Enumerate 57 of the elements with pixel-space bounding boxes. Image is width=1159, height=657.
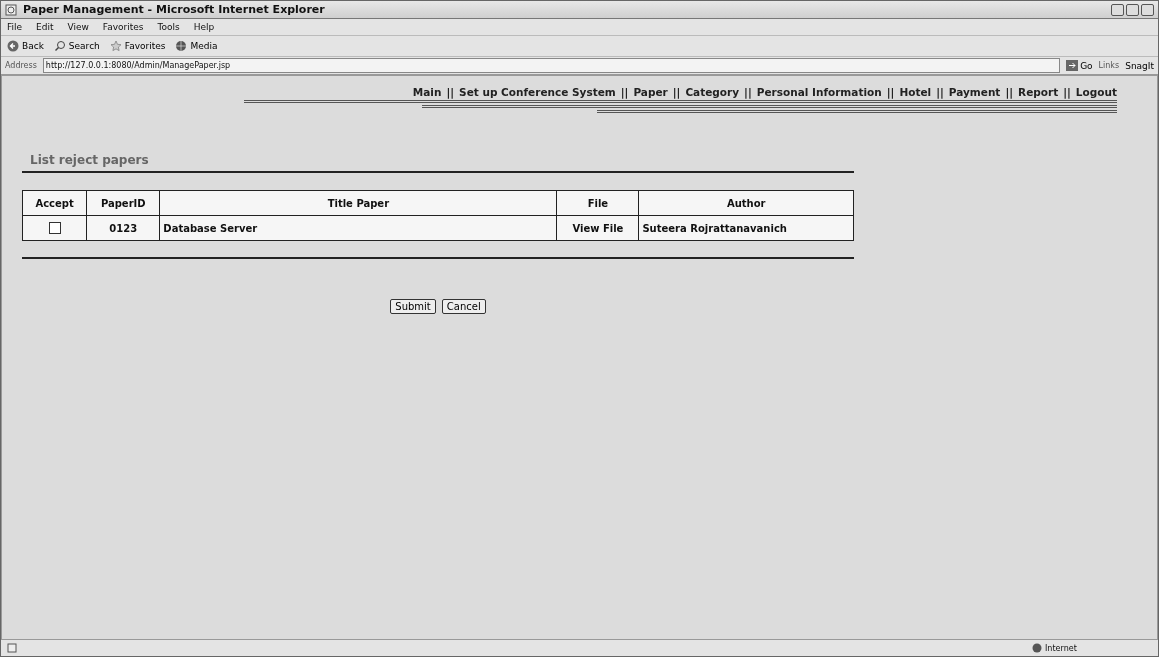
menu-item[interactable]: Edit xyxy=(36,22,54,32)
nav-link[interactable]: Personal Information xyxy=(756,86,882,98)
toolbar-button[interactable]: Back xyxy=(7,40,44,52)
search-icon xyxy=(53,40,66,52)
page-icon xyxy=(7,643,17,653)
nav-link[interactable]: Paper xyxy=(633,86,668,98)
nav-separator: || xyxy=(886,86,895,98)
nav-separator: || xyxy=(446,86,455,98)
minimize-button[interactable] xyxy=(1111,3,1124,16)
form-button[interactable]: Submit xyxy=(390,299,436,314)
star-icon xyxy=(109,40,122,52)
zone-label: Internet xyxy=(1045,643,1077,653)
toolbar-button[interactable]: Favorites xyxy=(109,40,166,52)
window-title: Paper Management - Microsoft Internet Explorer xyxy=(23,3,326,16)
menu-item[interactable]: Tools xyxy=(157,22,180,32)
go-arrow-icon xyxy=(1066,60,1079,71)
section-title: List reject papers xyxy=(29,153,149,167)
nav-separator: || xyxy=(1005,86,1014,98)
toolbar-button[interactable]: Search xyxy=(53,40,100,52)
column-header: File xyxy=(556,190,639,216)
nav-separator: || xyxy=(620,86,629,98)
links-label[interactable]: Links xyxy=(1098,61,1120,70)
form-button[interactable]: Cancel xyxy=(441,299,486,314)
address-label: Address xyxy=(5,61,37,70)
menu-item[interactable]: View xyxy=(67,22,89,32)
menu-item[interactable]: Help xyxy=(193,22,215,32)
close-button[interactable] xyxy=(1141,3,1154,16)
nav-link[interactable]: Category xyxy=(685,86,740,98)
toolbar-button[interactable]: Media xyxy=(175,40,218,52)
globe-icon xyxy=(1032,643,1042,653)
snagit-button[interactable]: SnagIt xyxy=(1125,60,1154,71)
accept-checkbox[interactable] xyxy=(48,222,61,234)
globe-icon xyxy=(175,40,188,52)
menu-item[interactable]: File xyxy=(7,22,23,32)
view-file-link[interactable]: View File xyxy=(556,215,639,241)
help-button[interactable] xyxy=(1126,3,1139,16)
menu-item[interactable]: Favorites xyxy=(102,22,144,32)
go-button[interactable]: Go xyxy=(1066,60,1093,71)
nav-separator: || xyxy=(936,86,944,98)
table-cell: Database Server xyxy=(159,215,557,241)
table-cell: Suteera Rojrattanavanich xyxy=(638,215,854,241)
nav-link[interactable]: Set up Conference System xyxy=(459,86,616,98)
column-header: Author xyxy=(638,190,854,216)
nav-link[interactable]: Logout xyxy=(1075,86,1117,98)
nav-link[interactable]: Report xyxy=(1018,86,1059,98)
column-header: Accept xyxy=(22,190,87,216)
nav-separator: || xyxy=(1063,86,1071,98)
table-cell: 0123 xyxy=(86,215,160,241)
column-header: PaperID xyxy=(86,190,160,216)
nav-link[interactable]: Hotel xyxy=(899,86,932,98)
column-header: Title Paper xyxy=(159,190,557,216)
nav-link[interactable]: Main xyxy=(412,86,442,98)
address-field[interactable]: http://127.0.0.1:8080/Admin/ManagePaper.jsp xyxy=(42,58,1061,73)
nav-separator: || xyxy=(672,86,681,98)
nav-link[interactable]: Payment xyxy=(948,86,1001,98)
back-arrow-icon xyxy=(7,40,19,52)
nav-separator: || xyxy=(744,86,752,98)
